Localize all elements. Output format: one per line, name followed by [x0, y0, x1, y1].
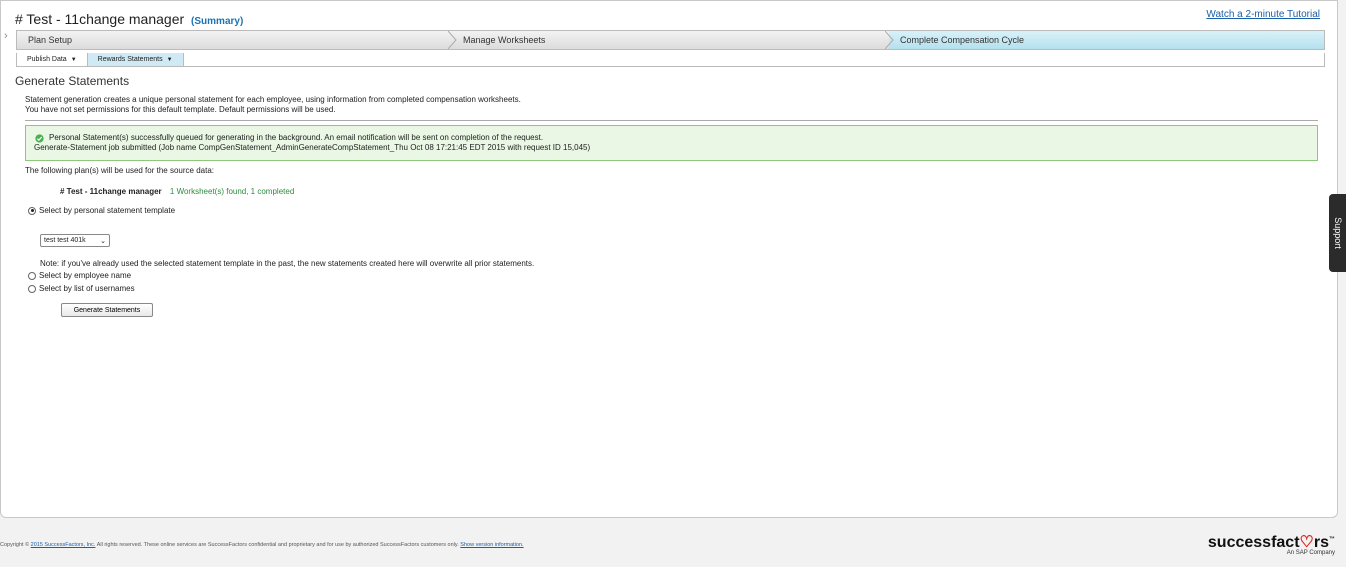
- description-line: Statement generation creates a unique pe…: [25, 95, 521, 104]
- description-line: You have not set permissions for this de…: [25, 105, 336, 114]
- plan-row: # Test - 11change manager 1 Worksheet(s)…: [60, 187, 294, 196]
- copyright-prefix: Copyright ©: [0, 542, 30, 548]
- generate-statements-button[interactable]: Generate Statements: [61, 303, 153, 317]
- subtab-label: Rewards Statements: [97, 56, 163, 63]
- process-steps: Plan Setup Manage Worksheets Complete Co…: [16, 30, 1325, 50]
- radio-label: Select by personal statement template: [39, 206, 176, 215]
- logo-text-b: rs: [1313, 534, 1329, 551]
- copyright-text: All rights reserved. These online servic…: [96, 542, 459, 548]
- step-plan-setup[interactable]: Plan Setup: [17, 31, 457, 49]
- step-label: Complete Compensation Cycle: [900, 35, 1025, 45]
- trademark-symbol: ™: [1329, 536, 1335, 543]
- subtab-label: Publish Data: [27, 56, 67, 63]
- radio-button[interactable]: [28, 271, 36, 280]
- subtab-rewards-statements[interactable]: Rewards Statements ▼: [87, 53, 184, 66]
- divider: [25, 120, 1318, 121]
- template-select[interactable]: test test 401k ⌄: [40, 234, 110, 247]
- plan-status: 1 Worksheet(s) found, 1 completed: [169, 187, 295, 196]
- show-version-link[interactable]: Show version information.: [460, 542, 523, 548]
- radio-button[interactable]: [28, 284, 36, 293]
- step-separator-icon: [448, 31, 457, 49]
- heart-icon: ♡: [1299, 534, 1314, 551]
- section-title: Generate Statements: [15, 74, 130, 88]
- chevron-down-icon: ⌄: [100, 237, 106, 245]
- success-message: Personal Statement(s) successfully queue…: [25, 125, 1318, 161]
- overwrite-note: Note: if you've already used the selecte…: [40, 259, 535, 268]
- copyright-link[interactable]: 2015 SuccessFactors, Inc.: [31, 542, 96, 548]
- description: Statement generation creates a unique pe…: [25, 95, 521, 115]
- check-circle-icon: [35, 133, 44, 143]
- tutorial-link[interactable]: Watch a 2-minute Tutorial: [1206, 9, 1320, 20]
- summary-label[interactable]: (Summary): [191, 16, 243, 27]
- step-complete-compensation-cycle[interactable]: Complete Compensation Cycle: [889, 31, 1324, 49]
- success-text: Personal Statement(s) successfully queue…: [49, 133, 544, 142]
- radio-select-by-usernames[interactable]: Select by list of usernames: [28, 284, 135, 293]
- support-tab[interactable]: Support: [1329, 194, 1346, 272]
- radio-button[interactable]: [28, 206, 36, 215]
- logo-text-a: successfact: [1207, 534, 1300, 551]
- step-manage-worksheets[interactable]: Manage Worksheets: [452, 31, 894, 49]
- main-panel: # Test - 11change manager (Summary) Watc…: [0, 0, 1338, 518]
- subtab-bar: Publish Data ▼ Rewards Statements ▼: [16, 53, 1325, 67]
- success-line: Personal Statement(s) successfully queue…: [34, 133, 1317, 143]
- radio-label: Select by list of usernames: [39, 284, 135, 293]
- page-title-text: # Test - 11change manager: [15, 11, 185, 27]
- support-label: Support: [1332, 217, 1343, 249]
- step-separator-icon: [885, 31, 894, 49]
- radio-label: Select by employee name: [39, 271, 132, 280]
- footer: Copyright © 2015 SuccessFactors, Inc. Al…: [0, 542, 524, 548]
- logo-brand: successfact♡rs™: [1208, 532, 1335, 552]
- page-title: # Test - 11change manager (Summary): [15, 11, 243, 27]
- radio-select-by-employee[interactable]: Select by employee name: [28, 271, 131, 280]
- caret-down-icon: ▼: [166, 56, 173, 63]
- caret-down-icon: ▼: [70, 56, 77, 63]
- plans-label: The following plan(s) will be used for t…: [25, 166, 214, 175]
- step-label: Plan Setup: [28, 35, 73, 45]
- step-label: Manage Worksheets: [463, 35, 546, 45]
- chevron-right-icon[interactable]: ›: [4, 30, 8, 42]
- template-selected-value: test test 401k: [44, 237, 86, 244]
- successfactors-logo: successfact♡rs™ An SAP Company: [1208, 532, 1335, 556]
- job-submitted-text: Generate-Statement job submitted (Job na…: [34, 143, 591, 152]
- radio-select-by-template[interactable]: Select by personal statement template: [28, 206, 175, 215]
- plan-name: # Test - 11change manager: [60, 187, 162, 196]
- subtab-publish-data[interactable]: Publish Data ▼: [17, 53, 88, 66]
